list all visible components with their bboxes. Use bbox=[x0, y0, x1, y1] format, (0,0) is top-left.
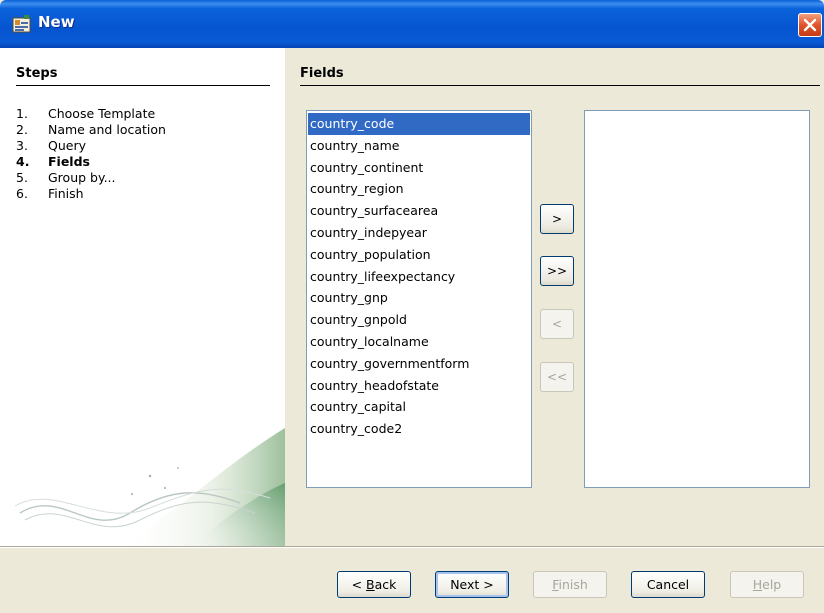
field-list-item[interactable]: country_continent bbox=[308, 157, 530, 179]
remove-field-button[interactable]: < bbox=[540, 309, 574, 339]
footer-separator bbox=[0, 546, 824, 548]
cancel-button[interactable]: Cancel bbox=[631, 571, 705, 598]
field-list-item[interactable]: country_localname bbox=[308, 331, 530, 353]
field-list-item[interactable]: country_gnpold bbox=[308, 309, 530, 331]
close-icon bbox=[803, 18, 817, 32]
step-label: Group by... bbox=[48, 170, 116, 185]
step-number: 3. bbox=[16, 138, 28, 153]
step-number: 6. bbox=[16, 186, 28, 201]
step-number: 1. bbox=[16, 106, 28, 121]
help-button-mnemonic: H bbox=[752, 577, 763, 592]
add-field-button[interactable]: > bbox=[540, 204, 574, 234]
step-label: Choose Template bbox=[48, 106, 156, 121]
title-bar[interactable]: New bbox=[0, 0, 824, 48]
field-list-item[interactable]: country_region bbox=[308, 178, 530, 200]
steps-list: 1. Choose Template 2. Name and location 3. Qu… bbox=[16, 106, 166, 202]
field-list-item[interactable]: country_surfacearea bbox=[308, 200, 530, 222]
wizard-app-icon bbox=[12, 15, 31, 33]
decorative-swirl-graphic bbox=[14, 428, 285, 546]
step-label: Finish bbox=[48, 186, 84, 201]
help-button[interactable]: Help bbox=[730, 571, 804, 598]
field-list-item[interactable]: country_governmentform bbox=[308, 353, 530, 375]
available-fields-list[interactable]: country_code country_name country_continen… bbox=[306, 110, 532, 488]
close-button[interactable] bbox=[798, 13, 822, 37]
step-number: 2. bbox=[16, 122, 28, 137]
back-button-prefix: < bbox=[351, 577, 367, 592]
steps-heading: Steps bbox=[16, 66, 270, 86]
fields-heading: Fields bbox=[300, 66, 820, 86]
field-list-item[interactable]: country_gnp bbox=[308, 287, 530, 309]
add-all-fields-button[interactable]: >> bbox=[540, 256, 574, 286]
step-number: 4. bbox=[16, 154, 30, 169]
field-list-item[interactable]: country_code2 bbox=[308, 418, 530, 440]
step-item: 5. Group by... bbox=[16, 170, 166, 186]
next-button[interactable]: Next > bbox=[435, 571, 509, 598]
field-list-item[interactable]: country_headofstate bbox=[308, 375, 530, 397]
step-label: Name and location bbox=[48, 122, 166, 137]
field-list-item[interactable]: country_name bbox=[308, 135, 530, 157]
step-number: 5. bbox=[16, 170, 28, 185]
help-button-rest: elp bbox=[762, 577, 782, 592]
step-item: 4. Fields bbox=[16, 154, 166, 170]
finish-button-rest: inish bbox=[558, 577, 588, 592]
finish-button[interactable]: Finish bbox=[533, 571, 607, 598]
remove-all-fields-button[interactable]: << bbox=[540, 362, 574, 392]
field-list-item[interactable]: country_code bbox=[308, 113, 530, 135]
selected-fields-list[interactable] bbox=[584, 110, 810, 488]
step-item: 3. Query bbox=[16, 138, 166, 154]
step-label: Query bbox=[48, 138, 86, 153]
step-item: 1. Choose Template bbox=[16, 106, 166, 122]
step-item: 6. Finish bbox=[16, 186, 166, 202]
window-title: New bbox=[38, 13, 75, 31]
back-button-rest: ack bbox=[374, 577, 397, 592]
back-button-mnemonic: B bbox=[366, 577, 375, 592]
back-button[interactable]: < Back bbox=[337, 571, 411, 598]
field-list-item[interactable]: country_population bbox=[308, 244, 530, 266]
field-list-item[interactable]: country_capital bbox=[308, 396, 530, 418]
steps-panel: Steps 1. Choose Template 2. Name and locati… bbox=[0, 48, 285, 546]
step-label: Fields bbox=[48, 154, 90, 169]
new-wizard-window: New Steps 1. Choose Template 2. Name and lo… bbox=[0, 0, 824, 613]
step-item: 2. Name and location bbox=[16, 122, 166, 138]
field-list-item[interactable]: country_lifeexpectancy bbox=[308, 266, 530, 288]
field-list-item[interactable]: country_indepyear bbox=[308, 222, 530, 244]
